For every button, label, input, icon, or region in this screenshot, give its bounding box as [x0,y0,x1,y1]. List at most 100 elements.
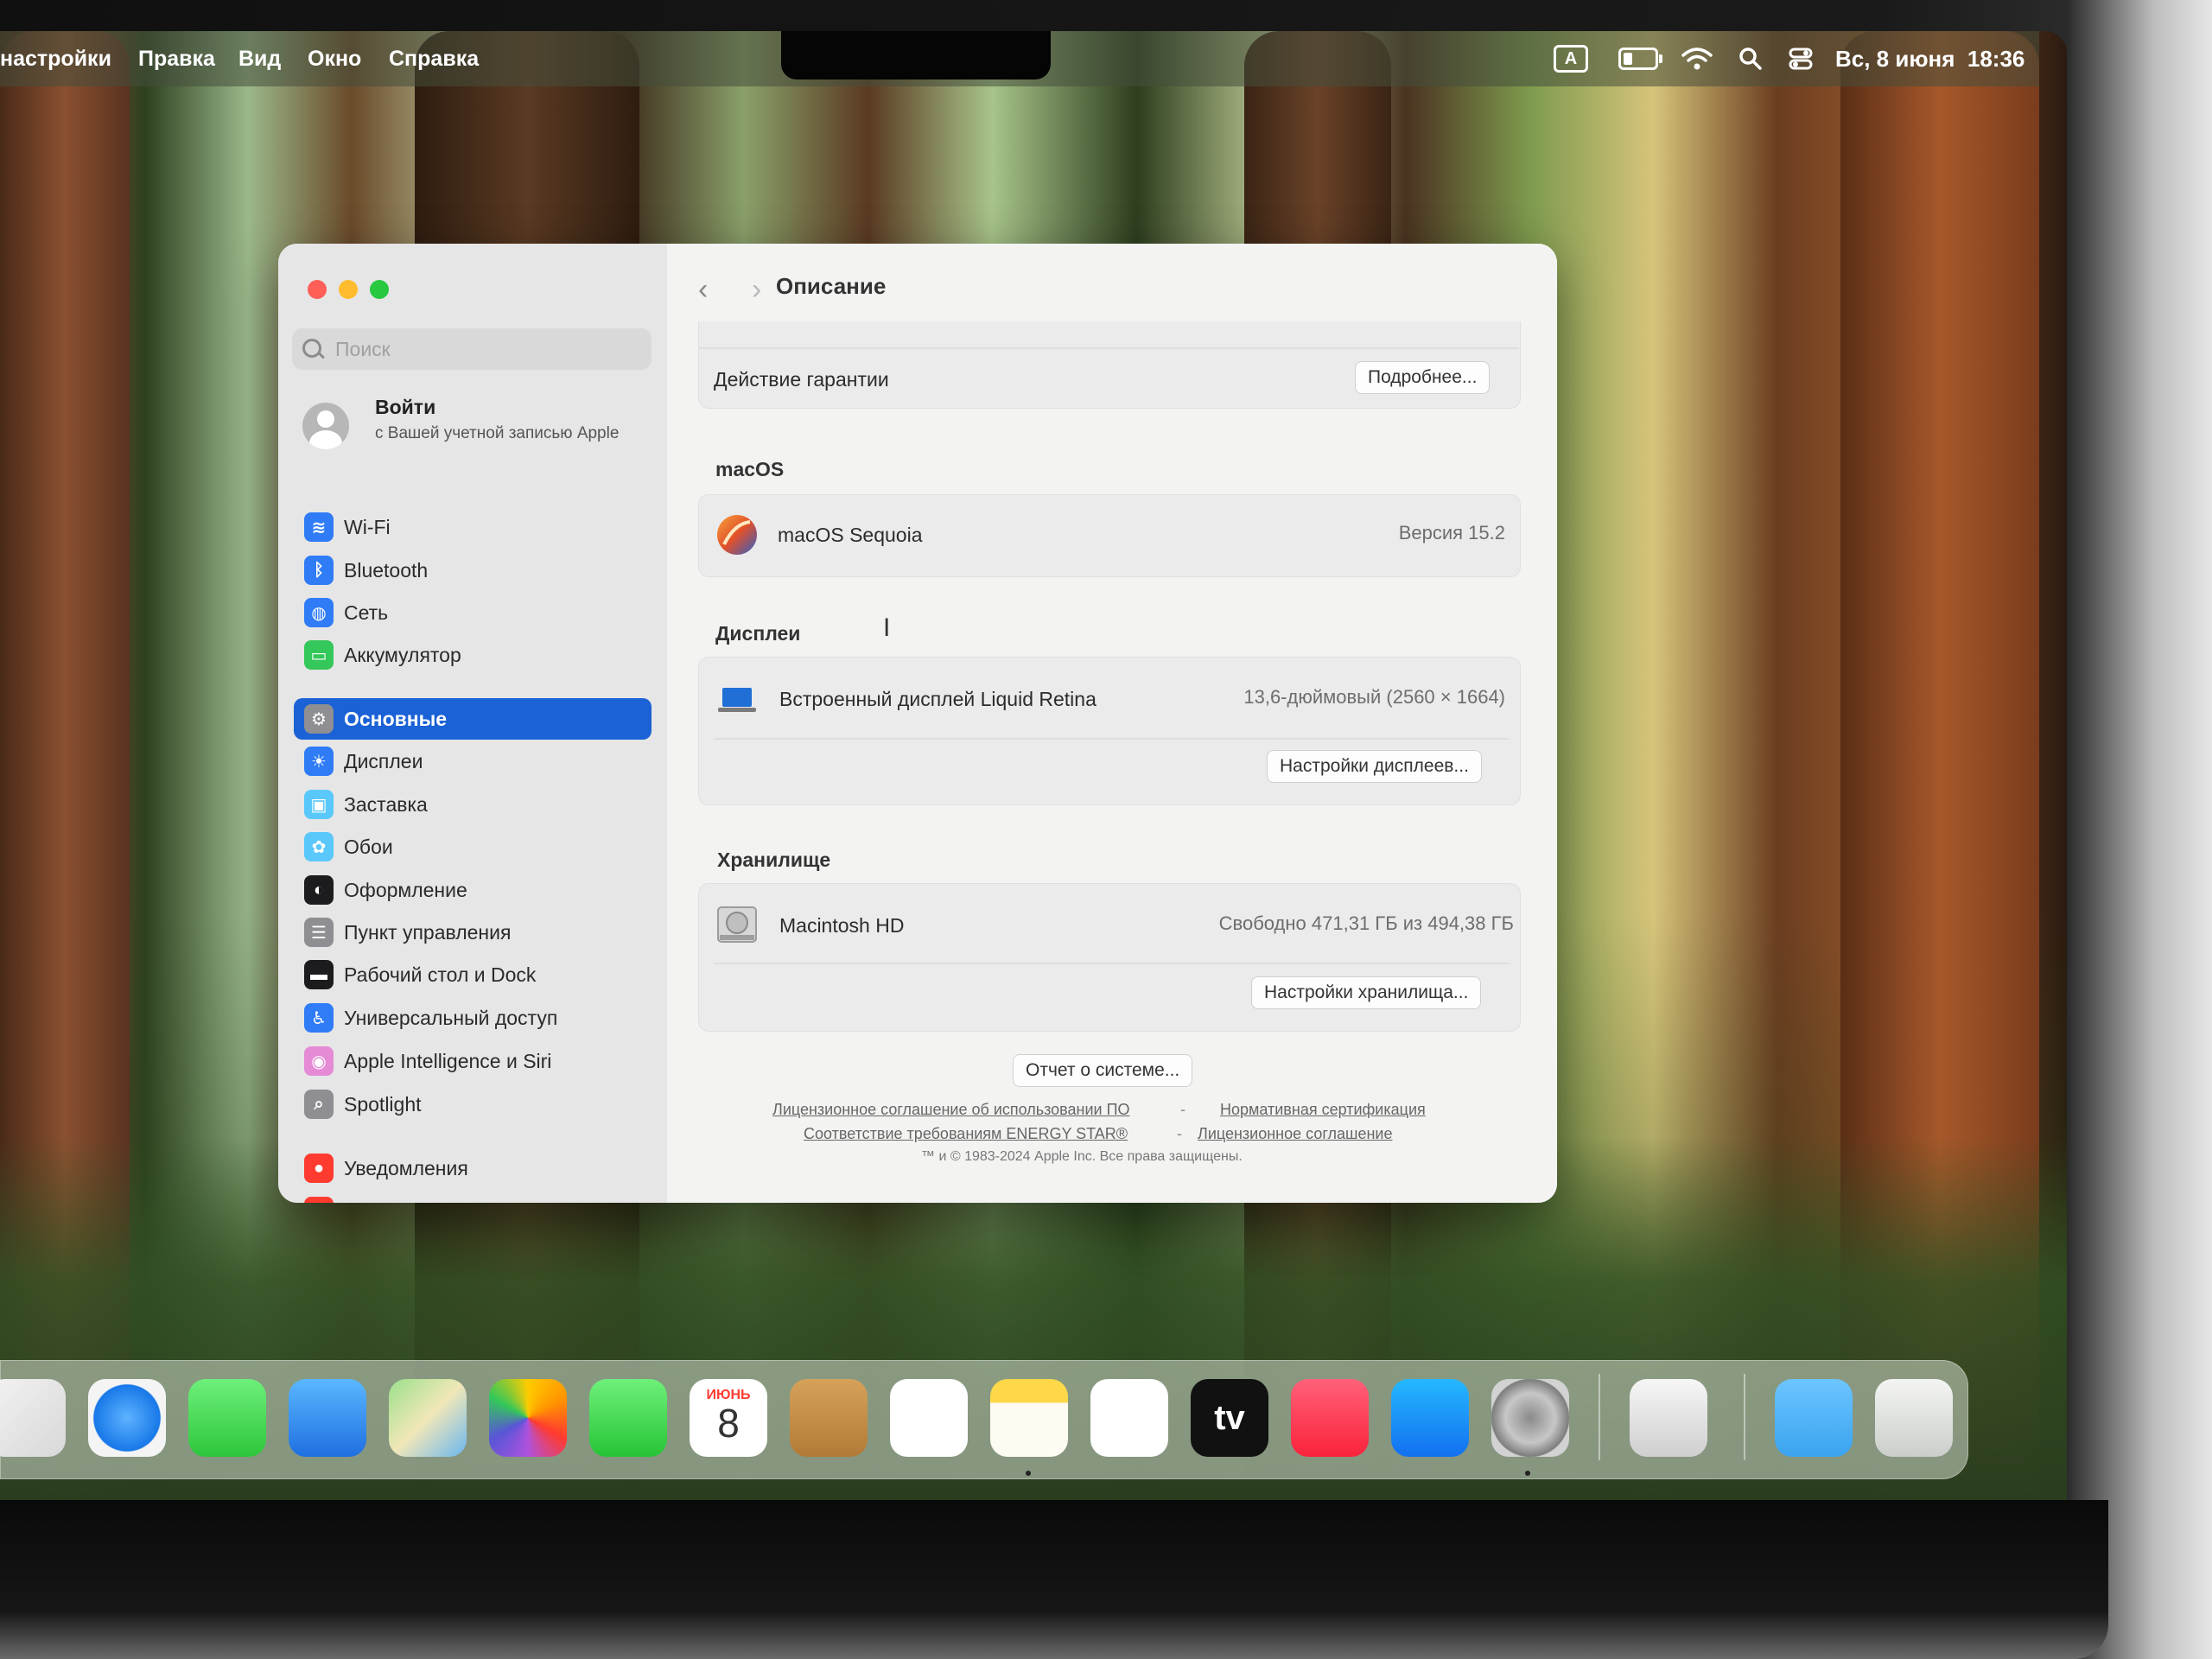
menu-clock[interactable]: Вс, 8 июня 18:36 [1835,43,2024,74]
launchpad-icon[interactable] [0,1379,66,1457]
system-settings-window: Войти с Вашей учетной записью Apple ≋ Wi-… [278,244,1557,1203]
footer-separator: - [1180,1101,1185,1118]
sun-icon: ☀ [304,747,334,776]
keyboard-layout-indicator[interactable]: A [1552,43,1590,74]
sidebar-item[interactable]: ⚙ Основные [294,698,652,740]
desk-background [2067,0,2212,1659]
sidebar-item[interactable]: ◍ Сеть [294,592,652,633]
apple-tv-label: tv [1214,1398,1245,1437]
sidebar-item-label: Spotlight [344,1092,422,1116]
storage-group [698,883,1521,1032]
facetime-icon[interactable] [589,1379,667,1457]
messages-icon[interactable] [188,1379,266,1457]
sidebar-item-label: Аккумулятор [344,643,461,666]
apple-tv-icon[interactable]: tv [1191,1379,1268,1457]
display-spec: 13,6-дюймовый (2560 × 1664) [1243,686,1505,708]
contacts-icon[interactable] [790,1379,868,1457]
sidebar-item-label: Bluetooth [344,558,429,582]
macos-name: macOS Sequoia [778,524,923,546]
safari-icon[interactable] [88,1379,166,1457]
spotlight-status[interactable] [1735,43,1766,74]
regulatory-certification-link[interactable]: Нормативная сертификация [1220,1101,1426,1119]
freeform-icon[interactable] [1090,1379,1168,1457]
music-icon[interactable] [1291,1379,1369,1457]
downloads-folder-icon[interactable] [1775,1379,1853,1457]
zoom-button[interactable] [370,280,389,299]
maps-icon[interactable] [389,1379,467,1457]
macos-heading: macOS [715,458,785,480]
wifi-icon [1681,48,1713,70]
accessibility-icon: ♿ [304,1003,334,1033]
control-center-status[interactable] [1785,43,1816,74]
sidebar-search [292,328,652,370]
sidebar-item-label: Универсальный доступ [344,1006,558,1029]
flower-icon: ✿ [304,832,334,861]
photos-icon[interactable] [489,1379,567,1457]
text-cursor-icon: I [883,613,891,642]
sidebar-item[interactable]: ▬ Рабочий стол и Dock [294,954,652,995]
menu-help[interactable]: Справка [389,47,479,72]
sidebar-item[interactable]: ◀ Звук [294,1191,652,1203]
menu-view[interactable]: Вид [238,47,281,72]
dock-separator [1744,1374,1745,1460]
sidebar-item[interactable]: ≋ Wi-Fi [294,506,652,548]
mail-icon[interactable] [289,1379,366,1457]
sidebar-item[interactable]: ● Уведомления [294,1147,652,1189]
sidebar-item-label: Оформление [344,878,467,901]
energy-star-link[interactable]: Соответствие требованиям ENERGY STAR® [804,1125,1128,1143]
dock-separator [1599,1374,1600,1460]
sidebar-item[interactable]: ◐ Оформление [294,869,652,911]
display-name: Встроенный дисплей Liquid Retina [779,688,1096,710]
sidebar-item[interactable]: ᛒ Bluetooth [294,550,652,591]
back-arrow-icon[interactable]: ‹ [698,273,708,307]
sidebar-item[interactable]: ◉ Apple Intelligence и Siri [294,1040,652,1082]
sidebar-item-label: Пункт управления [344,920,512,944]
notes-icon[interactable] [990,1379,1068,1457]
running-indicator [1525,1471,1530,1476]
sidebar-item-label: Дисплеи [344,749,423,772]
trash-icon[interactable] [1875,1379,1953,1457]
dock-icon: ▬ [304,960,334,989]
reminders-icon[interactable] [890,1379,968,1457]
sidebar-item[interactable]: ✿ Обои [294,826,652,868]
sidebar-item[interactable]: ☀ Дисплеи [294,741,652,782]
sidebar-item[interactable]: ▭ Аккумулятор [294,634,652,676]
avatar [302,403,349,449]
minimize-button[interactable] [339,280,358,299]
search-icon [1739,48,1762,70]
battery-status[interactable] [1616,43,1662,74]
menu-edit[interactable]: Правка [138,47,215,72]
forward-arrow-icon[interactable]: › [752,273,761,307]
wifi-status[interactable] [1680,43,1714,74]
display-settings-button[interactable]: Настройки дисплеев... [1267,750,1482,783]
menu-app[interactable]: настройки [0,47,111,72]
macos-sequoia-icon [717,515,757,555]
close-button[interactable] [308,280,327,299]
divider [698,347,1519,349]
sidebar-item-label: Основные [344,707,448,730]
sidebar-item-label: Apple Intelligence и Siri [344,1049,552,1072]
storage-name: Macintosh HD [779,914,905,937]
calendar-icon[interactable]: ИЮНЬ 8 [690,1379,767,1457]
sidebar-item-label: Сеть [344,601,389,624]
software-license-link[interactable]: Лицензионное соглашение об использовании… [772,1101,1130,1119]
system-settings-icon[interactable] [1491,1379,1569,1457]
warranty-details-button[interactable]: Подробнее... [1355,361,1491,394]
menu-window[interactable]: Окно [308,47,361,72]
search-input[interactable] [334,335,631,363]
storage-settings-button[interactable]: Настройки хранилища... [1251,976,1482,1009]
speaker-icon: ◀ [304,1197,334,1203]
sidebar-item[interactable]: ▣ Заставка [294,784,652,825]
apple-account-signin[interactable]: Войти с Вашей учетной записью Apple [302,389,657,484]
storage-heading: Хранилище [717,849,831,871]
control-center-icon [1789,48,1813,70]
system-info-icon[interactable] [1630,1379,1707,1457]
license-agreement-link[interactable]: Лицензионное соглашение [1198,1125,1393,1143]
sidebar-item[interactable]: ♿ Универсальный доступ [294,997,652,1039]
gear-icon: ⚙ [304,704,334,734]
app-store-icon[interactable] [1391,1379,1469,1457]
sidebar-item[interactable]: ⌕ Spotlight [294,1084,652,1125]
sidebar-item[interactable]: ☰ Пункт управления [294,912,652,953]
system-report-button[interactable]: Отчет о системе... [1013,1054,1193,1087]
sidebar-item-label: Рабочий стол и Dock [344,963,537,986]
